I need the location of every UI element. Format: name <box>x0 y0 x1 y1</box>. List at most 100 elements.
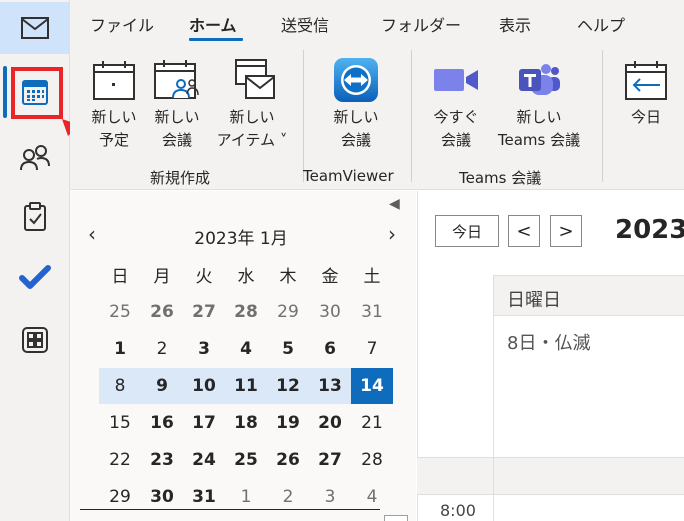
teamviewer-icon <box>334 58 378 102</box>
all-day-row[interactable] <box>417 457 684 495</box>
day-cell[interactable]: 20 <box>309 405 351 441</box>
next-day-button[interactable]: > <box>550 215 582 247</box>
outlook-calendar-window: ファイル ホーム 送受信 フォルダー 表示 ヘルプ 新しい 予定 新しい 会議 … <box>0 0 684 521</box>
tab-send-receive[interactable]: 送受信 <box>281 12 329 36</box>
day-cell[interactable]: 31 <box>351 294 393 330</box>
tab-folder[interactable]: フォルダー <box>381 12 461 36</box>
day-cell[interactable]: 26 <box>141 294 183 330</box>
day-cell[interactable]: 3 <box>183 331 225 367</box>
new-item-button[interactable]: 新しい アイテム ˅ <box>216 54 288 152</box>
weekday-label: 金 <box>321 267 339 287</box>
new-meeting-button[interactable]: 新しい 会議 <box>146 54 208 152</box>
day-cell[interactable]: 12 <box>267 367 309 404</box>
day-cell[interactable]: 24 <box>183 442 225 478</box>
teams-meeting-label-2: Teams 会議 <box>497 131 581 149</box>
today-label: 今日 <box>630 108 661 126</box>
collapse-pane-chevron-icon[interactable]: ◀ <box>389 196 400 212</box>
apps-grid-icon <box>22 327 48 353</box>
new-item-icon <box>235 59 275 99</box>
day-cell[interactable]: 25 <box>99 294 141 330</box>
new-appointment-button[interactable]: 新しい 予定 <box>83 54 145 152</box>
day-cell[interactable]: 19 <box>267 405 309 441</box>
day-cell[interactable]: 26 <box>267 442 309 478</box>
day-column-header: 日曜日 <box>494 276 684 316</box>
rail-todo[interactable] <box>0 251 70 303</box>
new-appointment-icon <box>93 61 135 100</box>
prev-day-button[interactable]: < <box>508 215 540 247</box>
todo-check-icon <box>19 265 51 289</box>
tab-help[interactable]: ヘルプ <box>577 12 625 36</box>
day-cell[interactable]: 30 <box>309 294 351 330</box>
rail-apps[interactable] <box>0 314 70 366</box>
chevron-right-icon: > <box>558 220 574 242</box>
day-cell[interactable]: 17 <box>183 405 225 441</box>
new-item-label-2: アイテム ˅ <box>216 131 288 149</box>
weekday-label: 水 <box>237 267 255 287</box>
rail-tasks[interactable] <box>0 191 70 243</box>
new-teams-meeting-button[interactable]: 新しい Teams 会議 <box>491 54 587 152</box>
day-cell[interactable]: 22 <box>99 442 141 478</box>
day-cell[interactable]: 15 <box>99 405 141 441</box>
new-meeting-icon <box>154 60 199 99</box>
calendar-today-icon <box>625 61 667 100</box>
go-to-today-button[interactable]: 今日 <box>615 54 677 129</box>
day-cell[interactable]: 29 <box>267 294 309 330</box>
next-month-button[interactable]: › <box>388 222 396 246</box>
day-cell[interactable]: 27 <box>309 442 351 478</box>
ribbon-home: 新しい 予定 新しい 会議 新しい アイテム ˅ 新規作成 新しい 会議 Tea… <box>70 44 684 190</box>
week-row: 8 9 10 11 12 13 14 <box>99 367 393 404</box>
group-label-new: 新規作成 <box>150 169 211 187</box>
ribbon-separator <box>411 50 412 182</box>
tab-file[interactable]: ファイル <box>90 12 154 36</box>
day-cell[interactable]: 10 <box>183 367 225 404</box>
day-cell[interactable]: 21 <box>351 405 393 441</box>
day-cell[interactable]: 16 <box>141 405 183 441</box>
rail-mail[interactable] <box>0 2 70 54</box>
day-cell[interactable]: 5 <box>267 331 309 367</box>
day-cell[interactable]: 1 <box>99 331 141 367</box>
all-day-column-divider <box>493 457 494 495</box>
prev-month-button[interactable]: ‹ <box>88 222 96 246</box>
weekday-label: 日 <box>111 267 129 287</box>
week-row: 1234567 <box>99 330 393 367</box>
day-date-rokuyo: 8日・仏滅 <box>507 333 591 354</box>
day-cell[interactable]: 18 <box>225 405 267 441</box>
ribbon-tabs: ファイル ホーム 送受信 フォルダー 表示 ヘルプ <box>70 0 684 44</box>
teamviewer-label-2: 会議 <box>340 131 371 149</box>
today-button[interactable]: 今日 <box>435 215 499 247</box>
active-tab-underline <box>189 38 243 41</box>
day-cell[interactable]: 9 <box>141 367 183 404</box>
meet-now-button[interactable]: 今すぐ 会議 <box>425 54 487 152</box>
tab-view[interactable]: 表示 <box>499 12 531 36</box>
weekday-label: 木 <box>279 267 297 287</box>
day-cell-selected[interactable]: 14 <box>351 367 393 404</box>
day-cell[interactable]: 7 <box>351 331 393 367</box>
day-cell[interactable]: 23 <box>141 442 183 478</box>
day-cell[interactable]: 2 <box>141 331 183 367</box>
teamviewer-meeting-button[interactable]: 新しい 会議 <box>325 54 387 152</box>
day-cell[interactable]: 25 <box>225 442 267 478</box>
new-meeting-label-2: 会議 <box>161 131 192 149</box>
weekday-label: 月 <box>153 267 171 287</box>
day-cell[interactable]: 28 <box>225 294 267 330</box>
navigator-scroll-box[interactable] <box>384 515 408 521</box>
clipboard-check-icon <box>24 202 46 231</box>
day-cell[interactable]: 6 <box>309 331 351 367</box>
teams-meeting-label-1: 新しい <box>516 108 562 126</box>
day-cell[interactable]: 11 <box>225 367 267 404</box>
group-label-teamviewer: TeamViewer <box>303 167 394 185</box>
day-cell[interactable]: 4 <box>225 331 267 367</box>
chevron-left-icon: < <box>516 220 532 242</box>
new-appointment-label-2: 予定 <box>98 131 129 149</box>
day-cell[interactable]: 13 <box>309 367 351 404</box>
teams-icon <box>519 64 560 95</box>
day-cell[interactable]: 8 <box>99 367 141 404</box>
new-appointment-label-1: 新しい <box>91 108 137 126</box>
day-cell[interactable]: 28 <box>351 442 393 478</box>
tab-home[interactable]: ホーム <box>189 12 237 36</box>
navigation-rail <box>0 0 70 521</box>
ribbon-separator <box>303 50 304 182</box>
day-cell[interactable]: 27 <box>183 294 225 330</box>
week-row: 25 26 27 28 29 30 31 <box>99 293 393 330</box>
week-row: 22 23 24 25 26 27 28 <box>99 441 393 478</box>
